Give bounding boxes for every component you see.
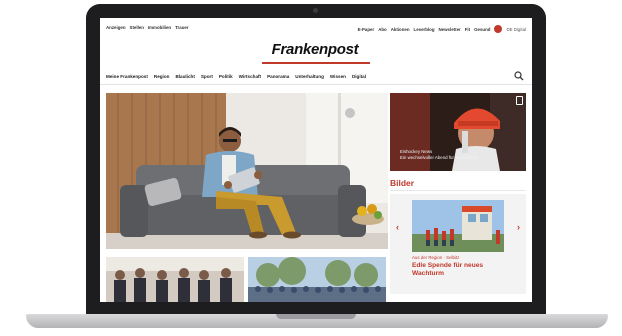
laptop-notch [276, 314, 356, 319]
side-article-caption: Eishockey News Ein wechselvoller Abend f… [400, 149, 478, 161]
nav-divider [100, 84, 532, 85]
hero-photo [106, 93, 388, 249]
chevron-right-icon[interactable]: › [517, 222, 520, 232]
camera-icon [313, 8, 318, 13]
gallery-kicker: Aus der Region · Selbitz [412, 255, 460, 260]
crowd-photo [248, 257, 386, 302]
top-right-link[interactable]: Aktionen [391, 27, 410, 32]
gallery-carousel: ‹ › Aus der Region · Selbitz Edle Spende… [390, 194, 526, 294]
nav-item-meine-frankenpost[interactable]: Meine Frankenpost [106, 74, 148, 79]
nav-item-wissen[interactable]: Wissen [330, 74, 346, 79]
nav-item-wirtschaft[interactable]: Wirtschaft [239, 74, 261, 79]
top-link[interactable]: Anzeigen [106, 25, 126, 30]
gallery-headline[interactable]: Edle Spende für neues Wachturm [412, 262, 510, 278]
bookmark-icon[interactable] [516, 96, 523, 105]
top-link[interactable]: Immobilien [148, 25, 171, 30]
hero-article-image[interactable] [106, 93, 388, 249]
top-link[interactable]: Stellen [130, 25, 144, 30]
top-right-link[interactable]: Newsletter [439, 27, 461, 32]
top-right-link[interactable]: Leserblog [414, 27, 435, 32]
top-right-link[interactable]: Abo [378, 27, 387, 32]
gallery-image[interactable] [412, 200, 504, 252]
gallery-photo [412, 200, 504, 252]
nav-item-digital[interactable]: Digital [352, 74, 366, 79]
group-photo [106, 257, 244, 302]
gallery-section-title[interactable]: Bilder [390, 178, 414, 188]
top-utility-links: Anzeigen Stellen Immobilien Trauer [106, 25, 189, 30]
side-article-headline: Ein wechselvoller Abend für die Panther [400, 155, 478, 160]
nav-item-politik[interactable]: Politik [219, 74, 233, 79]
language-selector[interactable]: DE Digital [506, 27, 526, 32]
site-logo[interactable]: Frankenpost [255, 41, 375, 58]
browser-screen: Anzeigen Stellen Immobilien Trauer E-Pap… [100, 18, 532, 302]
top-right-link[interactable]: Gesund [474, 27, 490, 32]
gallery-section-divider [390, 190, 526, 191]
nav-item-blaulicht[interactable]: Blaulicht [175, 74, 194, 79]
teaser-card[interactable] [248, 257, 386, 302]
chevron-left-icon[interactable]: ‹ [396, 222, 399, 232]
top-right-link[interactable]: Fit [465, 27, 470, 32]
top-right-link[interactable]: E-Paper [358, 27, 375, 32]
nav-item-unterhaltung[interactable]: Unterhaltung [295, 74, 324, 79]
teaser-card[interactable] [106, 257, 244, 302]
search-icon[interactable] [514, 71, 524, 81]
main-navigation: Meine Frankenpost Region Blaulicht Sport… [106, 74, 366, 79]
logo-underline [262, 62, 370, 64]
nav-item-sport[interactable]: Sport [201, 74, 213, 79]
user-avatar-icon[interactable] [494, 25, 503, 33]
top-link[interactable]: Trauer [175, 25, 188, 30]
nav-item-panorama[interactable]: Panorama [267, 74, 289, 79]
nav-item-region[interactable]: Region [154, 74, 170, 79]
top-right-links: E-Paper Abo Aktionen Leserblog Newslette… [358, 25, 526, 33]
side-article-card[interactable]: Eishockey News Ein wechselvoller Abend f… [390, 93, 526, 171]
